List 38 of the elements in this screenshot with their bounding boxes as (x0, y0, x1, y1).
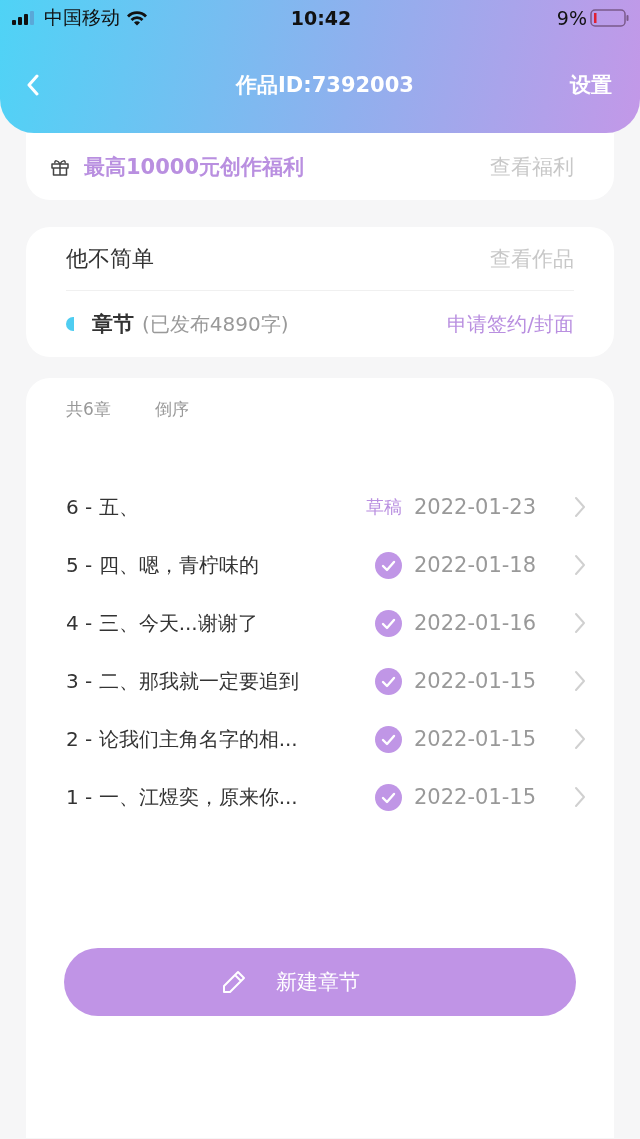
section-label: 章节 (92, 311, 134, 338)
pencil-icon (220, 968, 248, 996)
chapter-date: 2022-01-16 (414, 611, 538, 635)
page-title: 作品ID:7392003 (236, 71, 414, 99)
chevron-icon[interactable] (574, 786, 586, 808)
check-icon (375, 725, 402, 753)
back-icon[interactable] (26, 73, 40, 96)
chapter-date: 2022-01-15 (414, 785, 538, 809)
battery-icon (590, 9, 630, 27)
chapter-title[interactable]: 2 - 论我们主角名字的相... (66, 725, 342, 753)
chapter-count: 共6章 (66, 397, 111, 421)
wifi-icon (126, 10, 148, 26)
draft-label: 草稿 (366, 495, 402, 519)
chapter-date: 2022-01-15 (414, 727, 538, 751)
check-icon (375, 609, 402, 637)
check-icon (375, 667, 402, 695)
clock: 10:42 (290, 7, 352, 29)
chevron-icon[interactable] (574, 612, 586, 634)
check-icon (375, 551, 402, 579)
chapter-title[interactable]: 4 - 三、今天...谢谢了 (66, 609, 342, 637)
chevron-icon[interactable] (574, 496, 586, 518)
chapter-date: 2022-01-18 (414, 553, 538, 577)
chapter-title[interactable]: 3 - 二、那我就一定要追到 (66, 667, 342, 695)
chapter-title[interactable]: 1 - 一、江煜奕，原来你... (66, 783, 342, 811)
chevron-icon[interactable] (574, 728, 586, 750)
chapter-date: 2022-01-23 (414, 495, 538, 519)
chapter-title[interactable]: 5 - 四、嗯，青柠味的 (66, 551, 342, 579)
word-count: (已发布4890字) (142, 310, 289, 338)
chevron-icon[interactable] (574, 554, 586, 576)
battery-percent: 9% (556, 7, 587, 29)
chapter-title[interactable]: 6 - 五、 (66, 493, 342, 521)
chapter-date: 2022-01-15 (414, 669, 538, 693)
chevron-icon[interactable] (574, 670, 586, 692)
section-marker (66, 317, 74, 331)
carrier-name: 中国移动 (44, 5, 120, 30)
promo-text: 最高10000元创作福利 (84, 153, 305, 181)
check-icon (375, 783, 402, 811)
work-title: 他不简单 (66, 244, 154, 273)
